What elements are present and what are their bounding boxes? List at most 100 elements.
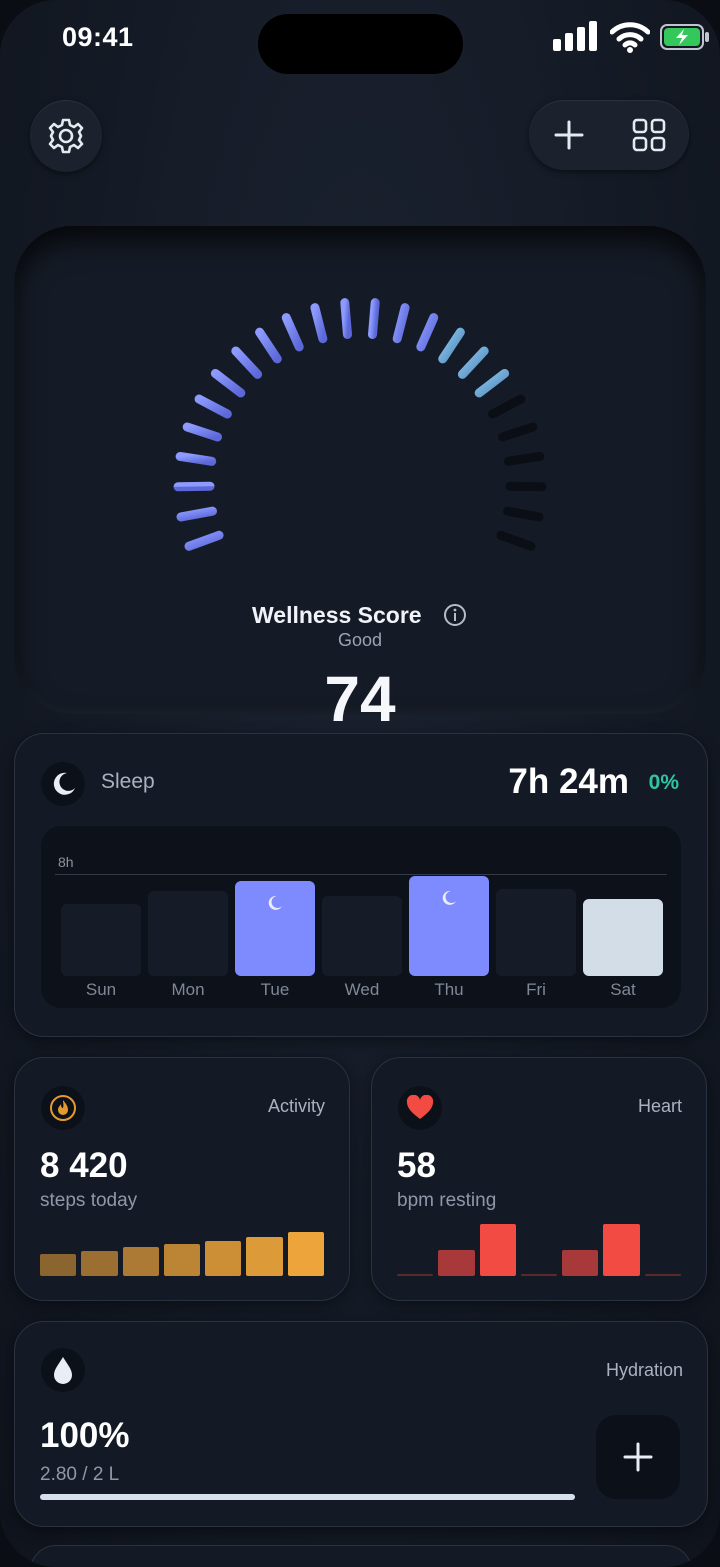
heart-icon-bubble	[398, 1086, 442, 1130]
grid-icon	[632, 118, 666, 152]
gauge-tick-active	[255, 327, 282, 364]
heart-subtitle: bpm resting	[397, 1190, 497, 1211]
activity-bar	[163, 1243, 201, 1276]
status-time: 09:41	[62, 22, 134, 52]
sleep-bar-mon[interactable]	[148, 891, 228, 976]
sleep-bar-tue[interactable]	[235, 881, 315, 976]
sleep-bar-sat[interactable]	[583, 898, 663, 976]
activity-bar	[287, 1231, 324, 1276]
activity-subtitle: steps today	[40, 1190, 138, 1211]
wifi-icon	[610, 22, 650, 53]
activity-icon-bubble	[41, 1086, 85, 1130]
sleep-chart: 8h Sun Mon Tue Wed Thu Fri Sat	[41, 826, 681, 1008]
gauge-tick-active	[176, 506, 217, 522]
info-icon[interactable]	[443, 603, 467, 627]
sleep-day-label: Thu	[434, 980, 464, 999]
phone-screen: 09:41 Good 74 Wellness Score Sleep 7h 24…	[0, 0, 720, 1567]
sleep-bar-thu[interactable]	[409, 876, 489, 976]
moon-icon	[268, 895, 282, 910]
heart-bar	[438, 1250, 475, 1276]
sleep-card[interactable]: Sleep 7h 24m 0% 8h Sun Mon Tue Wed Thu Fri Sat	[14, 733, 708, 1037]
gauge-tick-inactive	[503, 506, 544, 522]
dynamic-island	[258, 14, 463, 74]
activity-bar	[246, 1237, 283, 1276]
settings-button[interactable]	[30, 100, 102, 172]
sleep-day-label: Sun	[85, 980, 117, 999]
sleep-day-label: Mon	[171, 980, 205, 999]
gauge-tick-active	[194, 394, 232, 419]
sleep-change: 0%	[648, 771, 679, 794]
gear-icon	[48, 118, 84, 154]
sleep-reference-label: 8h	[58, 854, 74, 870]
add-water-button[interactable]	[596, 1415, 680, 1499]
heart-bar	[397, 1274, 434, 1276]
sleep-day-label: Sat	[610, 980, 636, 999]
hydration-card[interactable]: Hydration 100% 2.80 / 2 L	[14, 1321, 708, 1527]
plus-icon	[623, 1442, 653, 1472]
hydration-label: Hydration	[605, 1360, 683, 1380]
gauge-tick-active	[184, 530, 224, 551]
activity-bar	[205, 1240, 242, 1276]
heart-bar	[479, 1224, 516, 1276]
activity-bar	[81, 1251, 118, 1276]
gauge-tick-inactive	[497, 422, 538, 442]
plus-icon	[554, 120, 584, 150]
activity-bar	[40, 1254, 77, 1276]
wellness-status: Good	[337, 630, 383, 650]
heart-bar	[562, 1250, 599, 1276]
sleep-day-label: Tue	[260, 980, 290, 999]
gauge-tick-active	[416, 313, 439, 352]
heart-bar	[520, 1274, 558, 1276]
heart-icon	[406, 1095, 434, 1119]
activity-card[interactable]: Activity 8 420 steps today	[14, 1057, 350, 1301]
battery-charging-icon	[660, 24, 709, 50]
sleep-label: Sleep	[101, 770, 155, 793]
wellness-score-value: 74	[324, 663, 396, 735]
heart-label: Heart	[637, 1096, 682, 1116]
heart-rate-value: 58	[397, 1146, 436, 1185]
gauge-tick-active	[210, 368, 246, 398]
sleep-icon-bubble	[41, 762, 85, 806]
gauge-tick-inactive	[496, 530, 536, 551]
next-card-peek	[30, 1545, 692, 1567]
gauge-tick-active	[175, 451, 217, 466]
gauge-tick-active	[368, 298, 380, 340]
status-bar: 09:41	[0, 0, 720, 80]
gauge-tick-active	[457, 346, 489, 379]
sleep-bar-sun[interactable]	[61, 903, 141, 976]
activity-steps: 8 420	[40, 1146, 128, 1185]
gauge-tick-active	[340, 298, 352, 340]
droplet-icon	[54, 1357, 72, 1384]
hydration-amount: 2.80 / 2 L	[40, 1464, 120, 1485]
sleep-bar-wed[interactable]	[322, 896, 402, 976]
activity-label: Activity	[267, 1096, 325, 1116]
gauge-tick-active	[392, 303, 410, 344]
moon-icon	[442, 890, 456, 905]
hydration-progress-fill	[40, 1494, 575, 1500]
wellness-score-card[interactable]: Good 74	[14, 226, 706, 735]
widgets-grid-button[interactable]	[609, 100, 689, 170]
gauge-tick-active	[310, 303, 328, 344]
hydration-percent: 100%	[40, 1416, 130, 1455]
sleep-reference-line	[55, 874, 667, 875]
cellular-signal-icon	[553, 21, 597, 51]
wellness-score-title: Wellness Score	[252, 602, 422, 628]
moon-icon	[53, 772, 75, 795]
top-actions	[529, 100, 689, 170]
hydration-progress-track	[40, 1494, 575, 1500]
gauge-tick-inactive	[488, 394, 526, 419]
sleep-bar-fri[interactable]	[496, 888, 576, 976]
gauge-tick-active	[474, 368, 510, 398]
gauge-tick-inactive	[503, 451, 545, 466]
heart-card[interactable]: Heart 58 bpm resting	[371, 1057, 707, 1301]
gauge-tick-active	[231, 346, 263, 379]
gauge-tick-active	[281, 313, 304, 352]
add-widget-button[interactable]	[529, 100, 609, 170]
sleep-duration: 7h 24m	[508, 762, 629, 801]
sleep-day-label: Fri	[526, 980, 546, 999]
gauge-tick-active	[182, 422, 223, 442]
flame-icon	[50, 1095, 76, 1121]
sleep-day-label: Wed	[344, 980, 380, 999]
heart-bar	[603, 1224, 640, 1276]
gauge-tick-active	[438, 327, 465, 364]
